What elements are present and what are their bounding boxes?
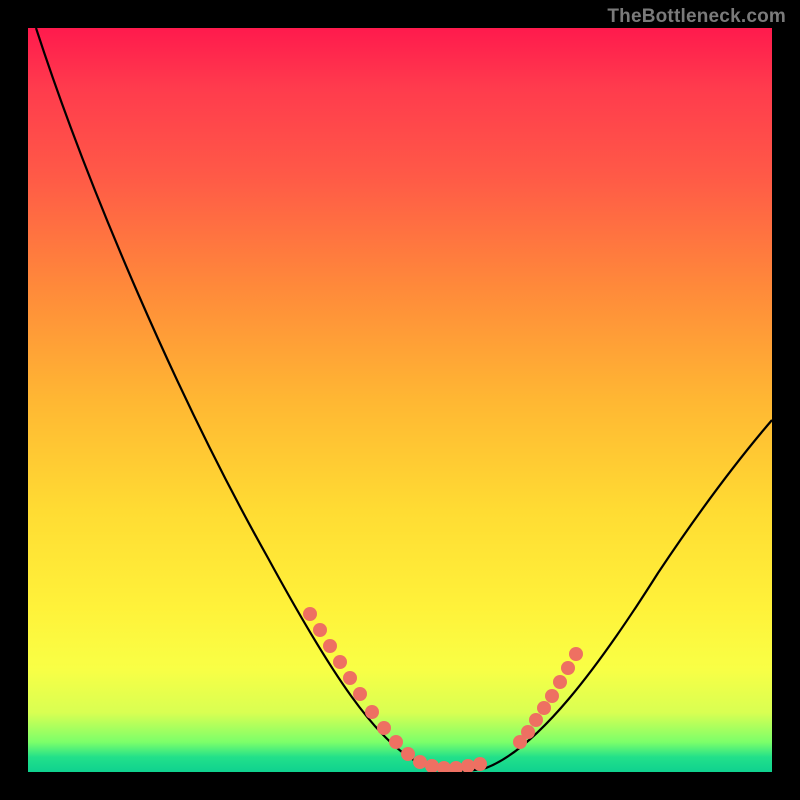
bottleneck-curve — [36, 28, 772, 771]
plot-area — [28, 28, 772, 772]
marker-cluster-left — [303, 607, 487, 772]
chart-frame: TheBottleneck.com — [0, 0, 800, 800]
watermark-text: TheBottleneck.com — [607, 6, 786, 28]
marker-cluster-right — [513, 647, 583, 749]
curve-layer — [28, 28, 772, 772]
